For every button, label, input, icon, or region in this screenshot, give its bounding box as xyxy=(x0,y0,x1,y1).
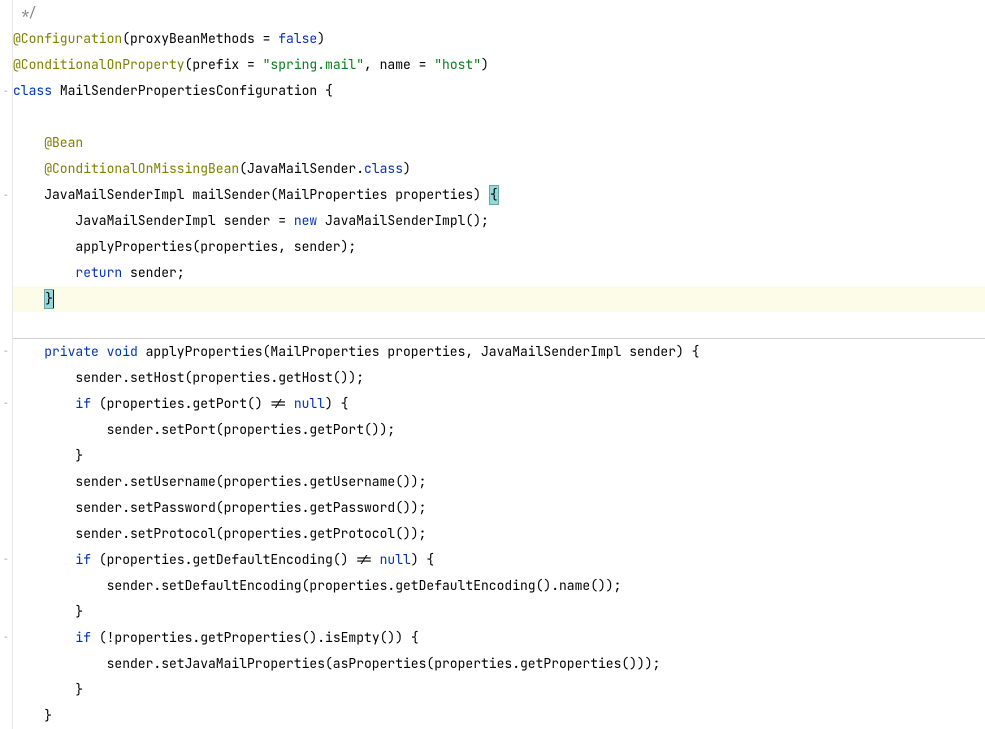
fold-toggle-icon[interactable]: − xyxy=(2,555,10,563)
code-token: sender.setUsername(properties.getUsernam… xyxy=(13,473,426,490)
code-token: (prefix = xyxy=(185,56,263,73)
code-token: sender.setProtocol(properties.getProtoco… xyxy=(13,525,426,542)
code-line[interactable]: JavaMailSenderImpl mailSender(MailProper… xyxy=(13,182,985,208)
code-line[interactable] xyxy=(13,104,985,130)
code-token: sender; xyxy=(130,264,185,281)
code-token: if xyxy=(75,395,98,412)
fold-toggle-icon[interactable]: − xyxy=(2,191,10,199)
code-token: ) { xyxy=(411,551,434,568)
code-token: } xyxy=(13,603,83,620)
code-line[interactable]: if (properties.getDefaultEncoding() != n… xyxy=(13,547,985,573)
code-token: ) xyxy=(403,160,411,177)
code-token: sender.setDefaultEncoding(properties.get… xyxy=(13,577,621,594)
code-token: null xyxy=(294,395,325,412)
code-editor[interactable]: − − − − − − */ @Configuration(proxyBeanMethods… xyxy=(0,0,985,729)
code-token: JavaMailSenderImpl sender = xyxy=(13,212,294,229)
code-line[interactable]: } xyxy=(13,443,985,469)
code-token: sender.setHost(properties.getHost()); xyxy=(13,369,364,386)
code-line[interactable]: @ConditionalOnProperty(prefix = "spring.… xyxy=(13,52,985,78)
code-token: "spring.mail" xyxy=(263,56,364,73)
code-token: (proxyBeanMethods = xyxy=(122,30,278,47)
code-token: class xyxy=(364,160,403,177)
code-token: } xyxy=(13,447,83,464)
code-line[interactable]: */ xyxy=(13,0,985,26)
code-line[interactable]: sender.setPort(properties.getPort()); xyxy=(13,417,985,443)
code-line[interactable]: if (!properties.getProperties().isEmpty(… xyxy=(13,625,985,651)
code-token: ) xyxy=(317,30,325,47)
code-token: sender.setPort(properties.getPort()); xyxy=(13,421,395,438)
code-line[interactable]: JavaMailSenderImpl sender = new JavaMail… xyxy=(13,208,985,234)
fold-toggle-icon[interactable]: − xyxy=(2,633,10,641)
code-line[interactable]: if (properties.getPort() != null) { xyxy=(13,391,985,417)
code-token xyxy=(13,395,75,412)
code-line[interactable]: } xyxy=(13,599,985,625)
code-token xyxy=(13,290,44,307)
code-token: false xyxy=(278,30,317,47)
code-token: sender.setJavaMailProperties(asPropertie… xyxy=(13,655,660,672)
text-caret xyxy=(53,290,54,308)
editor-gutter: − − − − − − xyxy=(0,0,13,729)
code-token: (JavaMailSender. xyxy=(239,160,364,177)
code-token: if xyxy=(75,629,98,646)
code-token: @Bean xyxy=(44,134,83,151)
code-token: } xyxy=(13,707,52,724)
code-token xyxy=(13,343,44,360)
code-token: @ConditionalOnMissingBean xyxy=(44,160,239,177)
code-line[interactable]: private void applyProperties(MailPropert… xyxy=(13,339,985,365)
code-line[interactable]: @Bean xyxy=(13,130,985,156)
code-token xyxy=(13,160,44,177)
code-line[interactable]: applyProperties(properties, sender); xyxy=(13,234,985,260)
code-token xyxy=(13,134,44,151)
code-token: @ConditionalOnProperty xyxy=(13,56,185,73)
code-token xyxy=(13,264,75,281)
code-token: applyProperties(MailProperties propertie… xyxy=(146,343,700,360)
code-token: ) xyxy=(481,56,489,73)
code-line[interactable]: sender.setDefaultEncoding(properties.get… xyxy=(13,573,985,599)
code-token: return xyxy=(75,264,130,281)
code-token: "host" xyxy=(434,56,481,73)
code-line[interactable]: } xyxy=(13,677,985,703)
code-line[interactable]: @ConditionalOnMissingBean(JavaMailSender… xyxy=(13,156,985,182)
code-token: new xyxy=(294,212,325,229)
code-token: (properties.getPort() != xyxy=(99,395,294,412)
code-token: MailSenderPropertiesConfiguration { xyxy=(60,82,333,99)
code-token: */ xyxy=(13,4,36,21)
code-line[interactable]: sender.setPassword(properties.getPasswor… xyxy=(13,495,985,521)
code-token: , name = xyxy=(364,56,434,73)
fold-toggle-icon[interactable]: − xyxy=(2,399,10,407)
code-line[interactable]: sender.setHost(properties.getHost()); xyxy=(13,365,985,391)
code-line[interactable]: return sender; xyxy=(13,260,985,286)
code-token: applyProperties(properties, sender); xyxy=(13,238,356,255)
code-token: private void xyxy=(44,343,145,360)
code-line[interactable] xyxy=(13,312,985,338)
fold-toggle-icon[interactable]: − xyxy=(2,87,10,95)
code-token xyxy=(13,629,75,646)
code-token: class xyxy=(13,82,60,99)
code-token: null xyxy=(380,551,411,568)
code-token: if xyxy=(75,551,98,568)
code-line[interactable]: sender.setUsername(properties.getUsernam… xyxy=(13,469,985,495)
code-token xyxy=(13,551,75,568)
code-token: (!properties.getProperties().isEmpty()) … xyxy=(99,629,419,646)
code-token: @Configuration xyxy=(13,30,122,47)
code-token: sender.setPassword(properties.getPasswor… xyxy=(13,499,426,516)
code-line[interactable]: sender.setJavaMailProperties(asPropertie… xyxy=(13,651,985,677)
code-line[interactable]: @Configuration(proxyBeanMethods = false) xyxy=(13,26,985,52)
matched-brace: { xyxy=(489,185,499,205)
code-line[interactable]: class MailSenderPropertiesConfiguration … xyxy=(13,78,985,104)
code-line[interactable]: sender.setProtocol(properties.getProtoco… xyxy=(13,521,985,547)
fold-toggle-icon[interactable]: − xyxy=(2,347,10,355)
code-line[interactable]: } xyxy=(13,286,985,312)
code-token: } xyxy=(13,681,83,698)
code-token: JavaMailSenderImpl mailSender(MailProper… xyxy=(13,186,489,203)
code-area[interactable]: */ @Configuration(proxyBeanMethods = fals… xyxy=(13,0,985,729)
code-token: JavaMailSenderImpl(); xyxy=(325,212,489,229)
code-line[interactable]: } xyxy=(13,703,985,729)
code-token: ) { xyxy=(325,395,348,412)
code-token: (properties.getDefaultEncoding() != xyxy=(99,551,380,568)
